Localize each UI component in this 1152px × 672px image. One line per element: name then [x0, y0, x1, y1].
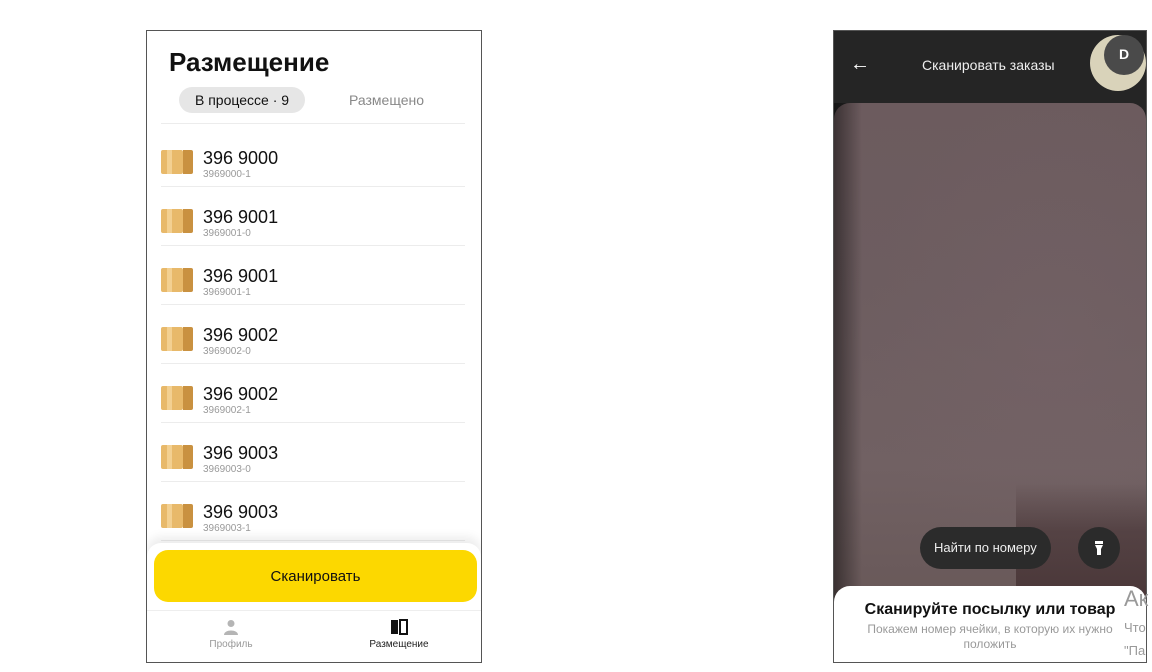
tab-in-progress[interactable]: В процессе · 9: [179, 87, 306, 113]
list-item[interactable]: 396 9001 3969001-1: [161, 246, 465, 305]
item-name: 396 9000: [203, 148, 279, 168]
item-name: 396 9002: [203, 325, 279, 345]
list-item[interactable]: 396 9001 3969001-0: [161, 187, 465, 246]
side-text: "Па: [1124, 643, 1146, 658]
item-name: 396 9001: [203, 207, 279, 227]
side-text: Ак: [1124, 586, 1149, 611]
header-title: Сканировать заказы: [922, 57, 1055, 73]
flashlight-icon: [1095, 541, 1103, 555]
item-code: 3969003-0: [203, 464, 251, 475]
bottom-sheet: Сканируйте посылку или товар Покажем ном…: [834, 586, 1146, 662]
nav-label: Размещение: [369, 639, 429, 650]
list-item[interactable]: 396 9003 3969003-0: [161, 423, 465, 482]
tab-placed[interactable]: Размещено: [349, 87, 424, 113]
item-code: 3969001-0: [203, 228, 251, 239]
scan-screen: ← Сканировать заказы D Найти по номеру С…: [833, 30, 1147, 663]
item-name: 396 9001: [203, 266, 279, 286]
item-code: 3969003-1: [203, 523, 251, 534]
list-item[interactable]: 396 9002 3969002-0: [161, 305, 465, 364]
nav-item-profile[interactable]: Профиль: [171, 619, 291, 650]
list-item[interactable]: 396 9003 3969003-1: [161, 482, 465, 541]
avatar[interactable]: D: [1104, 35, 1144, 75]
box-icon: [161, 327, 193, 351]
header: ← Сканировать заказы D: [834, 31, 1146, 103]
tabs: В процессе · 9 Размещено: [179, 87, 449, 113]
person-icon: [224, 620, 238, 635]
arrow-left-icon[interactable]: ←: [850, 53, 870, 76]
item-name: 396 9002: [203, 384, 279, 404]
box-icon: [161, 150, 193, 174]
item-code: 3969002-1: [203, 405, 251, 416]
placement-screen: Размещение В процессе · 9 Размещено 396 …: [146, 30, 482, 663]
scan-button[interactable]: Сканировать: [154, 550, 477, 602]
item-name: 396 9003: [203, 502, 279, 522]
divider: [161, 123, 465, 124]
side-text: Что: [1124, 620, 1146, 635]
box-icon: [161, 209, 193, 233]
box-icon: [161, 504, 193, 528]
flashlight-button[interactable]: [1078, 527, 1120, 569]
list-item[interactable]: 396 9000 3969000-1: [161, 128, 465, 187]
item-code: 3969001-1: [203, 287, 251, 298]
nav-item-placement[interactable]: Размещение: [339, 619, 459, 650]
item-code: 3969002-0: [203, 346, 251, 357]
book-icon: [391, 619, 408, 635]
nav-label: Профиль: [209, 639, 253, 650]
item-code: 3969000-1: [203, 169, 251, 180]
bottom-panel: Сканировать Профиль Размещение: [147, 543, 481, 662]
find-by-number-button[interactable]: Найти по номеру: [920, 527, 1051, 569]
divider: [147, 610, 481, 611]
box-icon: [161, 268, 193, 292]
box-icon: [161, 386, 193, 410]
order-list: 396 9000 3969000-1 396 9001 3969001-0 39…: [161, 128, 465, 541]
item-name: 396 9003: [203, 443, 279, 463]
sheet-title: Сканируйте посылку или товар: [864, 601, 1116, 618]
list-item[interactable]: 396 9002 3969002-1: [161, 364, 465, 423]
page-title: Размещение: [169, 47, 330, 77]
sheet-subtitle: Покажем номер ячейки, в которую их нужно…: [867, 622, 1113, 651]
box-icon: [161, 445, 193, 469]
